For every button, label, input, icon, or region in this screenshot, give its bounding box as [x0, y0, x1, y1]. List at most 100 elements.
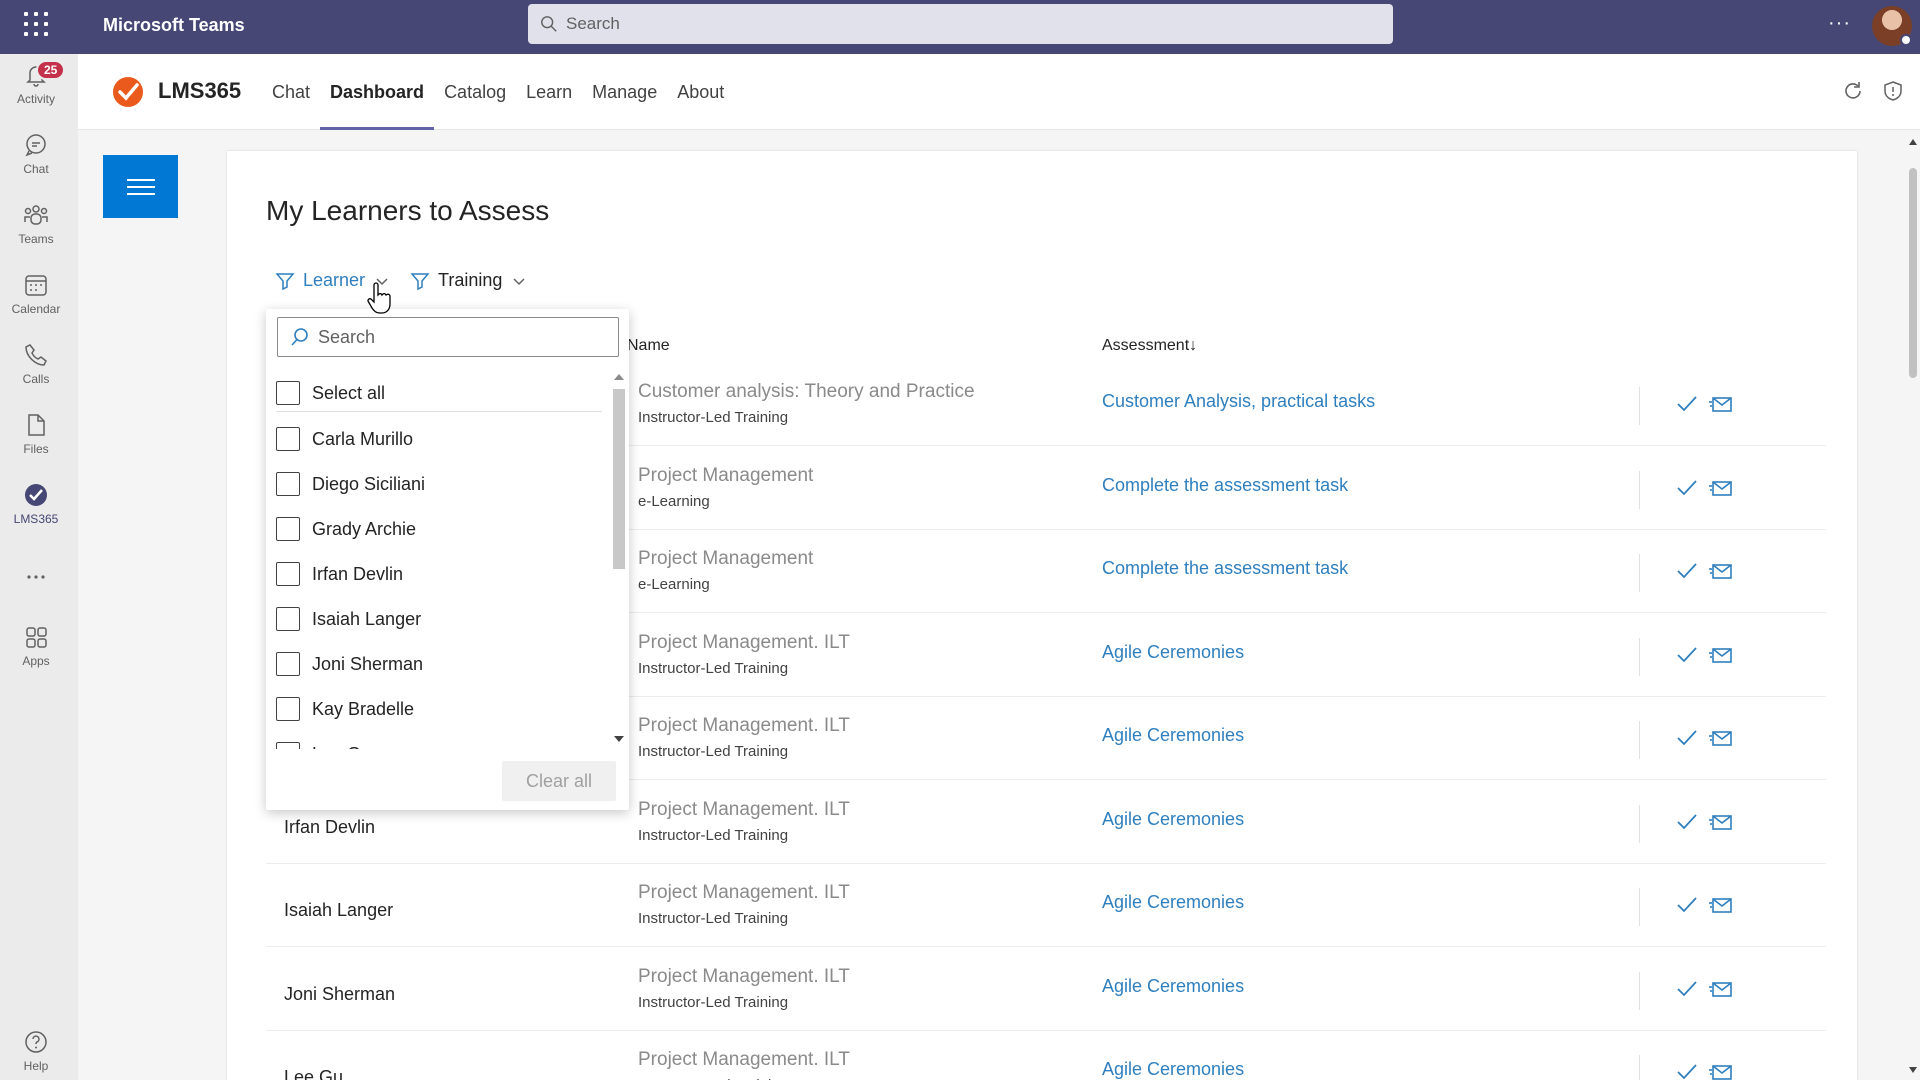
rail-item-apps[interactable]: Apps [0, 624, 72, 684]
send-mail-icon[interactable] [1708, 392, 1734, 421]
scroll-down-icon[interactable] [613, 735, 625, 743]
scroll-up-icon[interactable] [1908, 138, 1918, 146]
dropdown-scroll-thumb[interactable] [613, 389, 625, 569]
dropdown-scrollbar[interactable] [610, 369, 626, 749]
clear-all-button[interactable]: Clear all [502, 761, 616, 801]
learner-option[interactable]: Diego Siciliani [276, 466, 606, 502]
option-label: Lee Gu [312, 744, 371, 750]
select-all-option[interactable]: Select all [276, 375, 606, 411]
training-name: Project Management. ILT [638, 631, 850, 653]
send-mail-icon[interactable] [1708, 810, 1734, 839]
checkbox[interactable] [276, 562, 300, 586]
learner-option[interactable]: Joni Sherman [276, 646, 606, 682]
learner-filter-label: Learner [303, 270, 366, 290]
rail-item-activity[interactable]: 25 Activity [0, 60, 72, 122]
learner-options-list: Select all Carla Murillo Diego Siciliani G… [266, 369, 610, 749]
approve-check-icon[interactable] [1675, 977, 1699, 1006]
dropdown-search-input[interactable]: Search [277, 317, 619, 357]
rail-item-lms365[interactable]: LMS365 [0, 482, 72, 542]
learner-option[interactable]: Isaiah Langer [276, 601, 606, 637]
rail-item-chat[interactable]: Chat [0, 132, 72, 192]
app-header: LMS365 Chat Dashboard Catalog Learn Mana… [78, 54, 1920, 130]
assessment-link[interactable]: Agile Ceremonies [1102, 1059, 1244, 1080]
app-name: Microsoft Teams [103, 15, 245, 35]
rail-item-help[interactable]: Help [0, 1029, 72, 1080]
shield-icon[interactable] [1882, 80, 1904, 102]
assessment-link[interactable]: Customer Analysis, practical tasks [1102, 391, 1375, 412]
tab-manage[interactable]: Manage [582, 54, 667, 130]
page-scroll-thumb[interactable] [1909, 168, 1917, 378]
app-launcher-icon[interactable] [24, 12, 50, 38]
column-divider [1639, 554, 1640, 592]
checkbox[interactable] [276, 381, 300, 405]
learner-option[interactable]: Kay Bradelle [276, 691, 606, 727]
approve-check-icon[interactable] [1675, 392, 1699, 421]
lms365-icon [25, 484, 47, 506]
approve-check-icon[interactable] [1675, 893, 1699, 922]
rail-item-calendar[interactable]: Calendar [0, 272, 72, 332]
assessment-link[interactable]: Agile Ceremonies [1102, 976, 1244, 997]
approve-check-icon[interactable] [1675, 476, 1699, 505]
activity-badge: 25 [36, 60, 66, 80]
rail-label: Calendar [11, 302, 61, 316]
checkbox[interactable] [276, 652, 300, 676]
tab-about[interactable]: About [667, 54, 734, 130]
rail-item-files[interactable]: Files [0, 412, 72, 472]
checkbox[interactable] [276, 607, 300, 631]
send-mail-icon[interactable] [1708, 1060, 1734, 1080]
rail-label: Apps [22, 654, 50, 668]
send-mail-icon[interactable] [1708, 476, 1734, 505]
checkbox[interactable] [276, 742, 300, 749]
approve-check-icon[interactable] [1675, 810, 1699, 839]
tab-dashboard[interactable]: Dashboard [320, 54, 435, 130]
approve-check-icon[interactable] [1675, 1060, 1699, 1080]
menu-button[interactable] [103, 155, 178, 218]
column-header-assessment[interactable]: Assessment↓ [1102, 337, 1197, 355]
more-options-icon[interactable]: ··· [1828, 12, 1851, 35]
learner-option[interactable]: Lee Gu [276, 736, 606, 749]
assessment-link[interactable]: Complete the assessment task [1102, 475, 1348, 496]
checkbox[interactable] [276, 427, 300, 451]
approve-check-icon[interactable] [1675, 643, 1699, 672]
send-mail-icon[interactable] [1708, 977, 1734, 1006]
tab-chat[interactable]: Chat [262, 54, 320, 130]
assessment-link[interactable]: Agile Ceremonies [1102, 725, 1244, 746]
column-divider [1639, 637, 1640, 676]
assessment-link[interactable]: Agile Ceremonies [1102, 892, 1244, 913]
page-scrollbar[interactable] [1906, 130, 1920, 1080]
training-filter[interactable]: Training [410, 270, 534, 291]
send-mail-icon[interactable] [1708, 643, 1734, 672]
training-name: Project Management [638, 548, 814, 569]
send-mail-icon[interactable] [1708, 893, 1734, 922]
column-header-name[interactable]: Name [627, 337, 670, 355]
assessment-link[interactable]: Agile Ceremonies [1102, 642, 1244, 663]
column-divider [1639, 888, 1640, 926]
learner-option[interactable]: Grady Archie [276, 511, 606, 547]
learner-option[interactable]: Irfan Devlin [276, 556, 606, 592]
send-mail-icon[interactable] [1708, 559, 1734, 588]
learner-option[interactable]: Carla Murillo [276, 421, 606, 457]
assessment-link[interactable]: Complete the assessment task [1102, 558, 1348, 579]
checkbox[interactable] [276, 697, 300, 721]
rail-item-teams[interactable]: Teams [0, 202, 72, 262]
global-search-input[interactable]: Search [528, 4, 1393, 44]
dropdown-search-placeholder: Search [318, 326, 376, 347]
send-mail-icon[interactable] [1708, 726, 1734, 755]
assessment-link[interactable]: Agile Ceremonies [1102, 809, 1244, 830]
checkbox[interactable] [276, 517, 300, 541]
approve-check-icon[interactable] [1675, 559, 1699, 588]
calendar-icon [25, 275, 47, 296]
scroll-up-icon[interactable] [613, 373, 625, 381]
scroll-down-icon[interactable] [1908, 1066, 1918, 1074]
rail-item-more[interactable] [0, 564, 72, 624]
approve-check-icon[interactable] [1675, 726, 1699, 755]
tab-catalog[interactable]: Catalog [434, 54, 516, 130]
training-name: Customer analysis: Theory and Practice [638, 381, 975, 402]
title-bar: Microsoft Teams Search ··· [0, 0, 1920, 54]
chevron-down-icon [513, 277, 525, 285]
tab-learn[interactable]: Learn [516, 54, 582, 130]
checkbox[interactable] [276, 472, 300, 496]
rail-item-calls[interactable]: Calls [0, 342, 72, 402]
learner-filter-dropdown: Search Select all Carla Murillo Diego Sic… [266, 309, 629, 810]
refresh-icon[interactable] [1842, 80, 1864, 102]
